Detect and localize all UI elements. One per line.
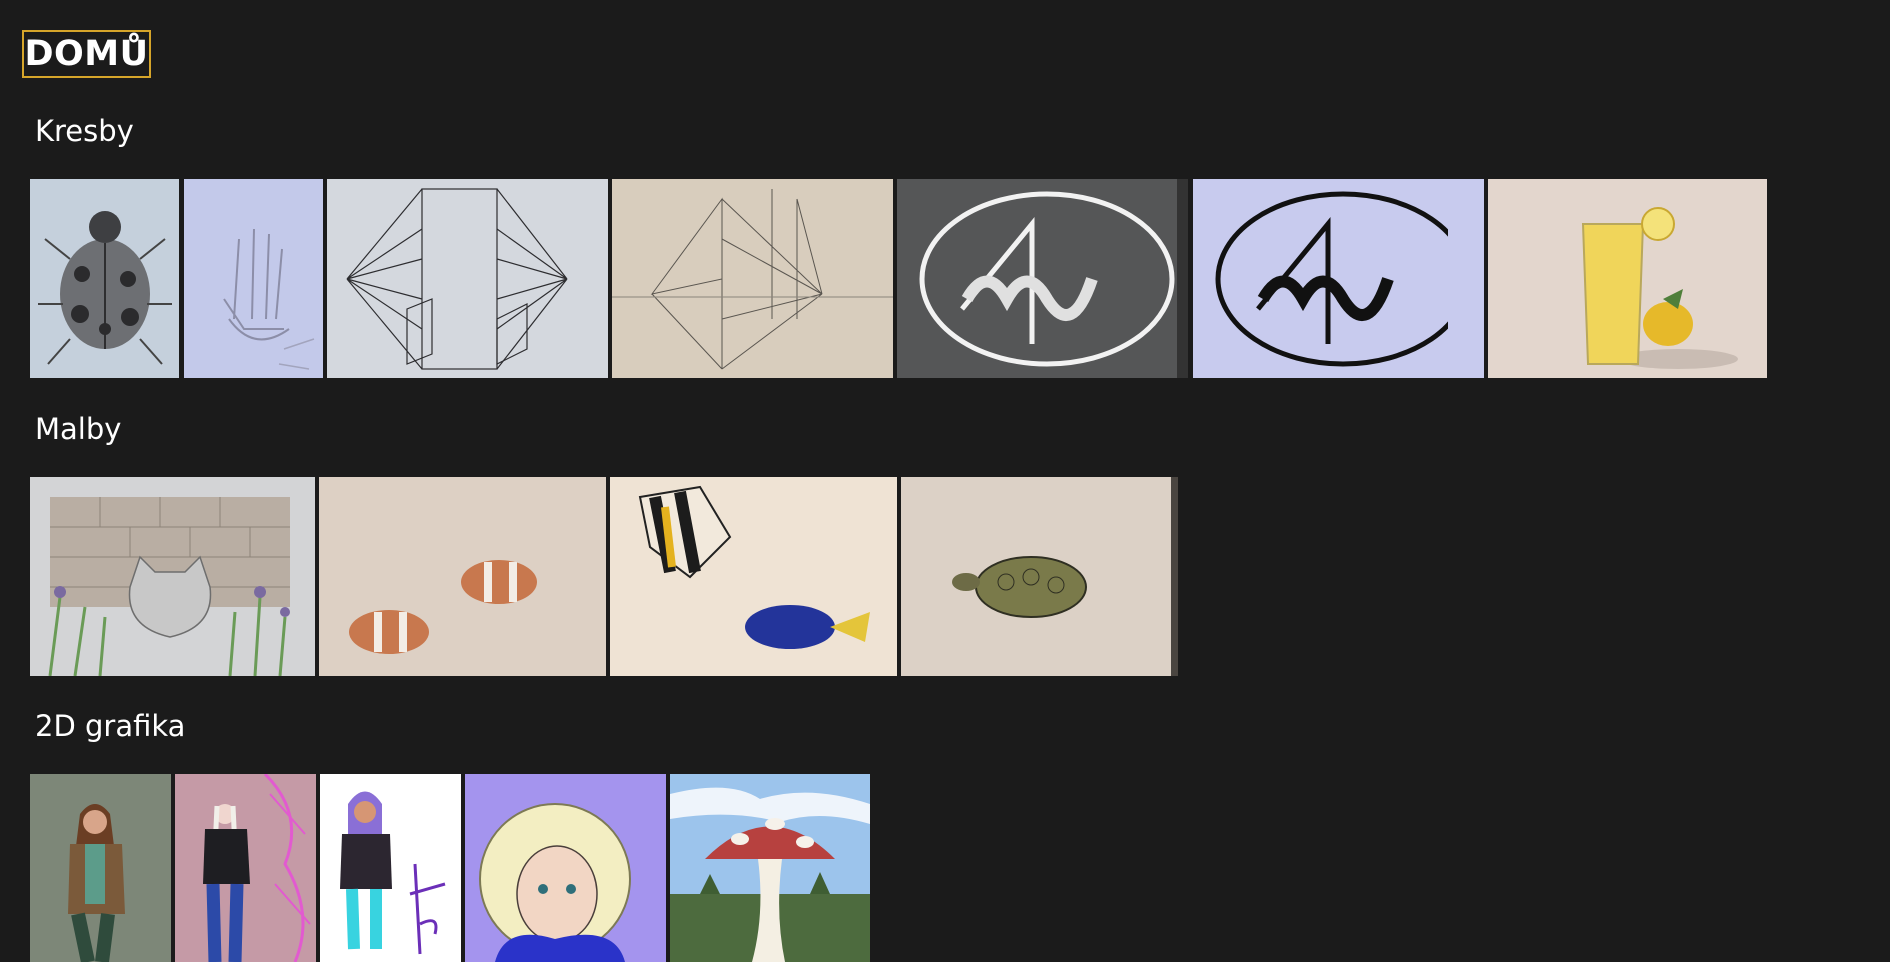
home-button[interactable]: DOMŮ: [22, 30, 151, 78]
section-title-2d-graphics: 2D grafika: [35, 709, 186, 743]
gallery-image-building-sketch[interactable]: [612, 179, 893, 378]
gallery-image-lemonade-drawing[interactable]: [1488, 179, 1767, 378]
gallery-image-perspective-drawing[interactable]: [327, 179, 608, 378]
gallery-image-tropical-fish-painting[interactable]: [610, 477, 897, 676]
gallery-image-clownfish-painting[interactable]: [319, 477, 606, 676]
gallery-image-character-white[interactable]: [320, 774, 461, 962]
gallery-image-turtle-painting[interactable]: [901, 477, 1178, 676]
section-title-drawings: Kresby: [35, 114, 134, 148]
gallery-image-mushroom-illustration[interactable]: [670, 774, 870, 962]
gallery-image-logo-white-on-black[interactable]: [897, 179, 1188, 378]
gallery-image-hand-sketch[interactable]: [184, 179, 323, 378]
gallery-image-cat-painting[interactable]: [30, 477, 315, 676]
gallery-image-logo-black-on-blue[interactable]: [1193, 179, 1484, 378]
gallery-image-character-pink[interactable]: [175, 774, 316, 962]
section-title-paintings: Malby: [35, 412, 122, 446]
gallery-image-ladybug-drawing[interactable]: [30, 179, 179, 378]
gallery-image-curly-hair-portrait[interactable]: [465, 774, 666, 962]
gallery-image-character-olive[interactable]: [30, 774, 171, 962]
